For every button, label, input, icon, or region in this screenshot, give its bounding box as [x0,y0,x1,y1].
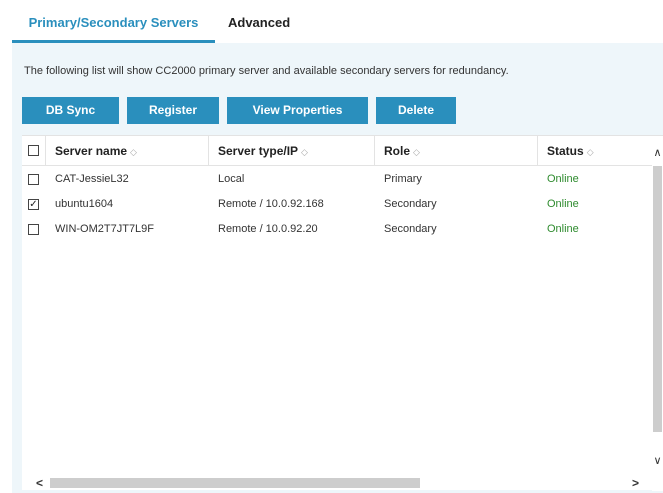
vertical-scroll-thumb[interactable] [653,166,662,432]
servers-panel: The following list will show CC2000 prim… [12,43,663,493]
column-header-label: Server type/IP [218,144,299,158]
column-separator [208,136,209,166]
sort-icon[interactable]: ◇ [130,137,137,167]
cell-role: Secondary [384,198,437,210]
cell-status: Online [547,223,579,235]
chevron-left-icon[interactable]: < [36,476,43,490]
column-header-label: Role [384,144,411,158]
cell-status: Online [547,198,579,210]
cell-server-name: ubuntu1604 [55,198,114,210]
cell-role: Secondary [384,223,437,235]
column-separator [45,136,46,166]
cell-role: Primary [384,173,422,185]
row-checkbox[interactable] [28,174,39,185]
sort-icon[interactable]: ◇ [301,137,308,167]
sort-icon[interactable]: ◇ [413,137,420,167]
column-separator [537,136,538,166]
cell-server-type: Local [218,173,245,185]
select-all-checkbox[interactable] [28,145,39,156]
column-header-role[interactable]: Role ◇ [384,136,420,166]
description-text: The following list will show CC2000 prim… [24,65,509,77]
column-header-status[interactable]: Status ◇ [547,136,594,166]
chevron-up-icon[interactable]: ∧ [652,146,663,159]
sort-icon[interactable]: ◇ [587,137,594,167]
table-row[interactable]: CAT-JessieL32 Local Primary Online [22,167,652,192]
column-header-label: Server name [55,144,128,158]
chevron-down-icon[interactable]: ∨ [652,454,663,467]
tab-advanced[interactable]: Advanced [228,0,290,43]
view-properties-button[interactable]: View Properties [227,97,368,124]
servers-table: Server name ◇ Server type/IP ◇ Role ◇ Statu… [22,135,663,491]
column-header-server-type[interactable]: Server type/IP ◇ [218,136,308,166]
register-button[interactable]: Register [127,97,219,124]
table-row[interactable]: WIN-OM2T7JT7L9F Remote / 10.0.92.20 Seco… [22,217,652,242]
row-checkbox[interactable] [28,224,39,235]
chevron-right-icon[interactable]: > [632,476,639,490]
cell-server-name: CAT-JessieL32 [55,173,129,185]
delete-button[interactable]: Delete [376,97,456,124]
row-checkbox-checked[interactable]: ✓ [28,199,39,210]
tab-primary-secondary-servers[interactable]: Primary/Secondary Servers [12,0,215,43]
db-sync-button[interactable]: DB Sync [22,97,119,124]
cell-server-type: Remote / 10.0.92.168 [218,198,324,210]
cell-status: Online [547,173,579,185]
horizontal-scroll-thumb[interactable] [50,478,420,488]
column-separator [374,136,375,166]
tab-bar: Primary/Secondary Servers Advanced [12,0,663,43]
column-header-label: Status [547,144,584,158]
column-header-server-name[interactable]: Server name ◇ [55,136,137,166]
cell-server-name: WIN-OM2T7JT7L9F [55,223,155,235]
table-header: Server name ◇ Server type/IP ◇ Role ◇ Statu… [22,136,663,166]
horizontal-scrollbar[interactable]: < > [22,475,663,490]
cell-server-type: Remote / 10.0.92.20 [218,223,318,235]
table-row[interactable]: ✓ ubuntu1604 Remote / 10.0.92.168 Second… [22,192,652,217]
vertical-scrollbar[interactable]: ∧ ∨ [652,136,663,491]
